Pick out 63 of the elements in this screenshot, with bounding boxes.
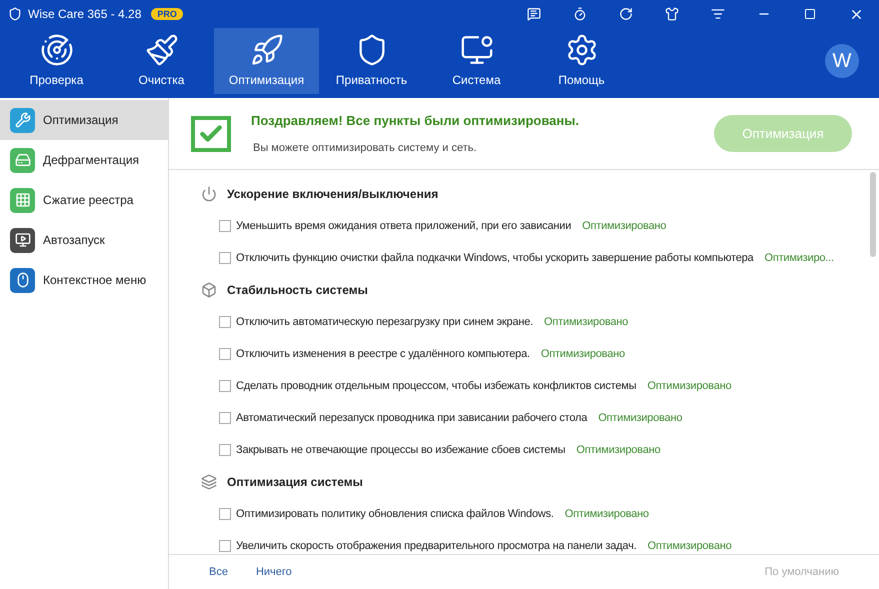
option-label: Отключить изменения в реестре с удалённого компьютера. <box>236 346 530 362</box>
section-title: Оптимизация системы <box>227 474 363 491</box>
wrench-icon <box>10 108 35 132</box>
checkbox[interactable] <box>219 444 231 456</box>
power-icon <box>201 186 217 202</box>
option-label: Увеличить скорость отображения предварительного просмотра на панели задач. <box>236 538 636 554</box>
nav-tab[interactable]: Оптимизация <box>214 28 319 94</box>
status-text: Оптимизировано <box>544 314 628 330</box>
nav-tab[interactable]: Очистка <box>109 28 214 94</box>
grid-icon <box>10 188 35 212</box>
select-link[interactable]: Все <box>209 564 228 580</box>
window-title: Wise Care 365 - 4.28 <box>28 6 142 23</box>
layers-icon <box>201 474 217 490</box>
section-title: Стабильность системы <box>227 282 368 299</box>
option-label: Отключить функцию очистки файла подкачки Windows, чтобы ускорить завершение работы компьютера <box>236 250 754 266</box>
option-label: Закрывать не отвечающие процессы во избежание сбоев системы <box>236 442 566 458</box>
status-text: Оптимизировано <box>564 506 649 522</box>
sidebar-item[interactable]: Дефрагментация <box>0 140 168 180</box>
sidebar-item[interactable]: Автозапуск <box>0 220 168 260</box>
checkbox[interactable] <box>219 220 231 232</box>
broom-icon <box>144 33 178 67</box>
status-text: Оптимизировано <box>647 378 732 394</box>
option-label: Автоматический перезапуск проводника при зависании рабочего стола <box>236 410 588 426</box>
nav-tab[interactable]: Проверка <box>4 28 109 94</box>
cube-icon <box>201 282 217 298</box>
checkbox[interactable] <box>219 380 231 392</box>
sidebar-item[interactable]: Оптимизация <box>0 100 168 140</box>
status-text: Оптимизиро... <box>764 250 834 266</box>
checkbox[interactable] <box>219 540 231 552</box>
status-text: Оптимизировано <box>540 346 625 362</box>
nav-tab[interactable]: Приватность <box>319 28 424 94</box>
checkbox[interactable] <box>219 252 231 264</box>
sidebar-item[interactable]: Сжатие реестра <box>0 180 168 220</box>
checkbox[interactable] <box>219 348 231 360</box>
scrollbar[interactable] <box>870 172 876 257</box>
option-label: Отключить автоматическую перезагрузку при синем экране. <box>236 314 534 330</box>
checkbox[interactable] <box>219 412 231 424</box>
option-label: Уменьшить время ожидания ответа приложений, при его зависании <box>236 218 572 234</box>
monitor-icon <box>460 33 494 67</box>
app-logo-icon <box>8 7 22 21</box>
status-text: Оптимизировано <box>582 218 666 234</box>
radar-icon <box>40 33 74 67</box>
option-label: Сделать проводник отдельным процессом, чтобы избежать конфликтов системы <box>236 378 636 394</box>
pro-badge: PRO <box>151 8 183 20</box>
monitor-check-icon <box>191 116 231 152</box>
success-title: Поздравляем! Все пункты были оптимизированы. <box>251 112 579 130</box>
checkbox[interactable] <box>219 316 231 328</box>
rocket-icon <box>250 33 284 67</box>
select-link[interactable]: Ничего <box>256 564 292 580</box>
section-title: Ускорение включения/выключения <box>227 186 438 203</box>
success-subtitle: Вы можете оптимизировать систему и сеть. <box>253 141 478 156</box>
status-text: Оптимизировано <box>647 538 732 554</box>
user-avatar[interactable]: W <box>825 44 859 78</box>
mouse-icon <box>10 268 35 292</box>
option-label: Оптимизировать политику обновления списка файлов Windows. <box>236 506 554 522</box>
sidebar-item[interactable]: Контекстное меню <box>0 260 168 300</box>
maximize-icon <box>804 8 816 20</box>
checkbox[interactable] <box>219 508 231 520</box>
monitor-icon <box>10 228 35 252</box>
nav-tab[interactable]: Система <box>424 28 529 94</box>
status-text: Оптимизировано <box>576 442 660 458</box>
status-text: Оптимизировано <box>598 410 682 426</box>
nav-tab[interactable]: Помощь <box>529 28 634 94</box>
